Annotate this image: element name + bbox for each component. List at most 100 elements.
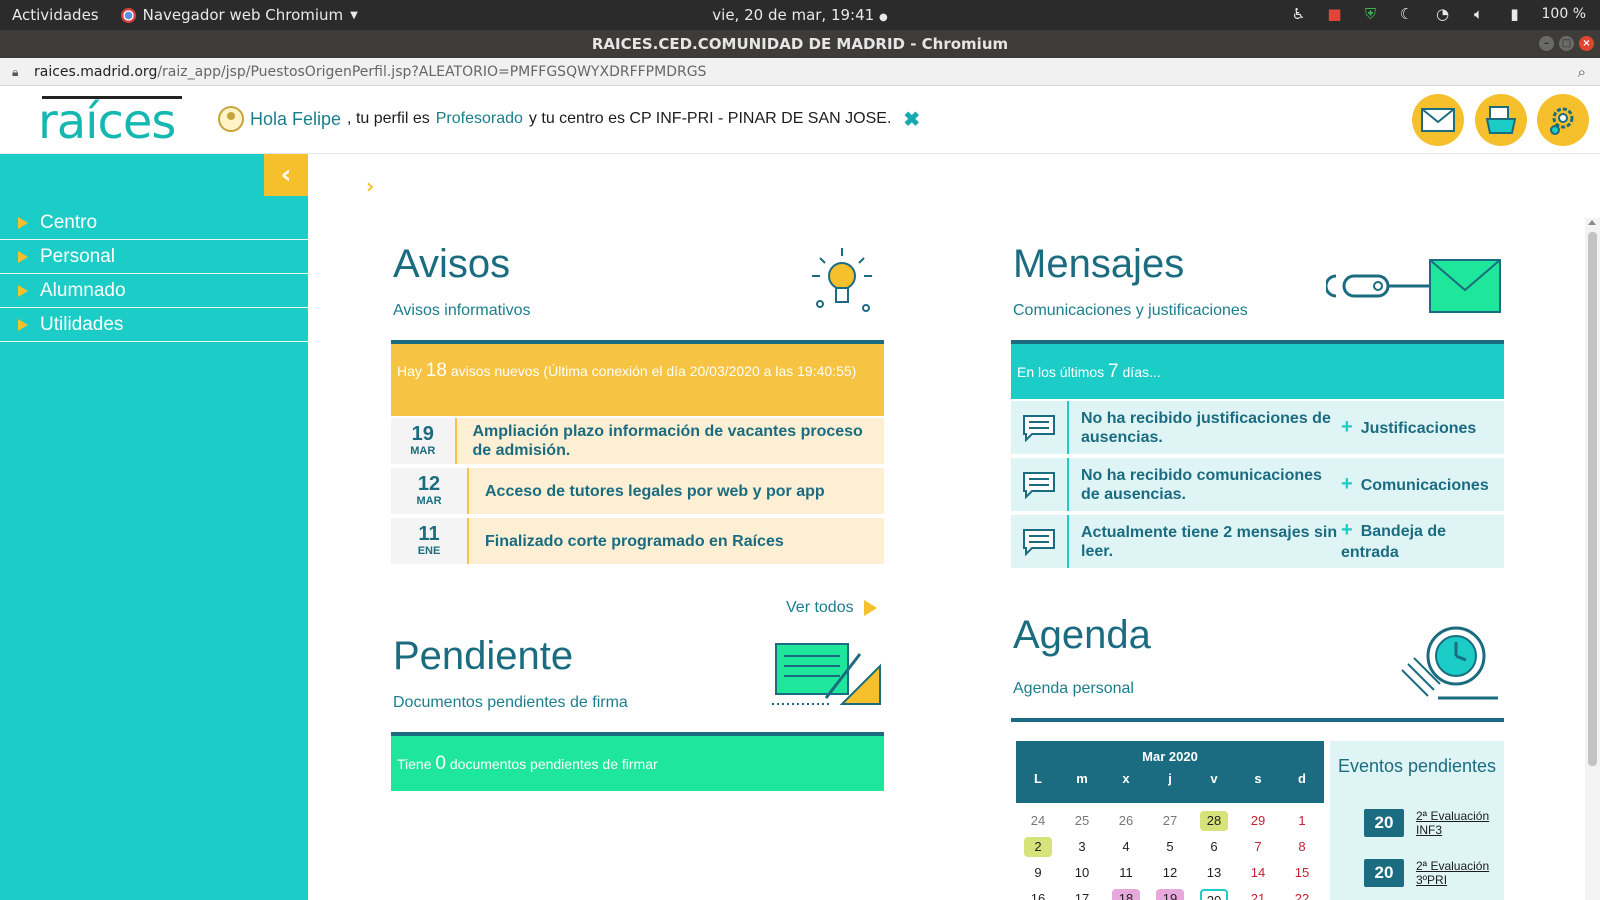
camera-icon[interactable]: ■ [1326,5,1344,23]
accessibility-icon[interactable]: ♿ [1290,5,1308,23]
pendiente-title: Pendiente [393,634,574,678]
aviso-text[interactable]: Finalizado corte programado en Raíces [469,532,784,551]
aviso-item[interactable]: 12 MAR Acceso de tutores legales por web… [391,468,884,516]
close-button[interactable]: × [1579,36,1594,51]
battery-level[interactable]: 100 % [1542,6,1586,22]
breadcrumb-arrow-icon[interactable]: › [366,174,374,198]
evento-item[interactable]: 20 2ª Evaluación 3ºPRI [1364,859,1502,887]
collapse-sidebar-button[interactable]: ‹ [264,154,308,196]
calendar-day[interactable]: 7 [1244,837,1272,857]
aviso-text[interactable]: Ampliación plazo información de vacantes… [457,422,885,460]
app-menu-button[interactable]: Navegador web Chromium ▼ [120,6,358,24]
calendar-day[interactable]: 24 [1024,811,1052,831]
minimize-button[interactable]: – [1539,36,1554,51]
profile-link[interactable]: Profesorado [436,110,523,128]
aviso-day: 19 [411,423,434,445]
address-bar[interactable]: 🔒︎ raices.madrid.org/raiz_app/jsp/Puesto… [0,58,1600,86]
calendar-day[interactable]: 3 [1068,837,1096,857]
shield-icon[interactable]: ⛨ [1362,5,1380,23]
calendar-weekday: L [1034,771,1042,786]
night-mode-icon[interactable]: ☾ [1398,5,1416,23]
maximize-button[interactable]: □ [1559,36,1574,51]
calendar-day[interactable]: 8 [1288,837,1316,857]
calendar-day[interactable]: 5 [1156,837,1184,857]
calendar-weekday: s [1254,771,1262,786]
lightbulb-icon [812,248,872,312]
battery-icon[interactable]: ▮ [1506,5,1524,23]
evento-link[interactable]: 2ª Evaluación INF3 [1416,809,1502,837]
scroll-up-icon[interactable] [1588,220,1596,225]
calendar-day[interactable]: 6 [1200,837,1228,857]
calendar-day-cell: 18 [1104,889,1148,900]
wifi-icon[interactable]: ◔ [1434,5,1452,23]
calendar-day[interactable]: 1 [1288,811,1316,831]
activities-button[interactable]: Actividades [12,6,99,24]
calendar-day[interactable]: 11 [1112,863,1140,883]
mensaje-row: No ha recibido comunicaciones de ausenci… [1011,458,1504,513]
settings-button[interactable] [1537,94,1589,146]
page-scrollbar[interactable] [1585,218,1600,900]
calendar-day[interactable]: 9 [1024,863,1052,883]
calendar-day-cell: 6 [1192,837,1236,857]
calendar-day[interactable]: 10 [1068,863,1096,883]
calendar-day[interactable]: 29 [1244,811,1272,831]
calendar-day[interactable]: 26 [1112,811,1140,831]
justificaciones-link[interactable]: + Justificaciones [1341,416,1476,439]
calendar-day[interactable]: 21 [1244,889,1272,900]
greeting: Hola Felipe , tu perfil es Profesorado y… [218,106,920,132]
avisos-banner-prefix: Hay [397,363,422,379]
calendar-day[interactable]: 12 [1156,863,1184,883]
calendar-day[interactable]: 27 [1156,811,1184,831]
sidebar-item-centro[interactable]: Centro [0,206,308,240]
sidebar-item-label: Utilidades [40,313,124,335]
calendar-day-cell: 5 [1148,837,1192,857]
agenda-subtitle: Agenda personal [1013,680,1134,697]
gear-icon [1550,107,1574,135]
aviso-date: 12 MAR [391,468,469,514]
sidebar-item-alumnado[interactable]: Alumnado [0,274,308,308]
calendar-day[interactable]: 19 [1156,889,1184,900]
sidebar-item-utilidades[interactable]: Utilidades [0,308,308,342]
clock-agenda-icon [1401,626,1498,700]
mensajes-days-count: 7 [1108,361,1119,382]
aviso-text[interactable]: Acceso de tutores legales por web y por … [469,482,825,501]
evento-link[interactable]: 2ª Evaluación 3ºPRI [1416,859,1502,887]
aviso-item[interactable]: 19 MAR Ampliación plazo información de v… [391,418,884,466]
aviso-item[interactable]: 11 ENE Finalizado corte programado en Ra… [391,518,884,566]
sidebar-item-personal[interactable]: Personal [0,240,308,274]
calendar-weekday: x [1122,771,1130,786]
sidebar-item-label: Centro [40,211,98,233]
calendar-day[interactable]: 13 [1200,863,1228,883]
pendiente-banner: Tiene 0 documentos pendientes de firmar [391,736,884,791]
lock-icon[interactable]: 🔒︎ [12,58,18,86]
calendar-day[interactable]: 15 [1288,863,1316,883]
calendar-day[interactable]: 20 [1200,889,1228,900]
url-text[interactable]: raices.madrid.org/raiz_app/jsp/PuestosOr… [34,58,706,86]
comunicaciones-link[interactable]: + Comunicaciones [1341,473,1489,496]
calendar-day[interactable]: 2 [1024,837,1052,857]
calendar-day[interactable]: 28 [1200,811,1228,831]
calendar-day[interactable]: 17 [1068,889,1096,900]
close-icon[interactable]: ✖ [903,107,920,132]
calendar-day-cell: 7 [1236,837,1280,857]
mail-button[interactable] [1412,94,1464,146]
calendar-day[interactable]: 22 [1288,889,1316,900]
calendar-day[interactable]: 4 [1112,837,1140,857]
greeting-hello[interactable]: Hola Felipe [250,109,341,130]
calendar-day[interactable]: 16 [1024,889,1052,900]
scrollbar-thumb[interactable] [1588,232,1597,766]
documents-button[interactable] [1475,94,1527,146]
clock[interactable]: vie, 20 de mar, 19:41 [712,6,874,24]
calendar-day-cell: 2 [1016,837,1060,857]
calendar-month: Mar 2020 [1142,749,1198,764]
ver-todos-link[interactable]: Ver todos [786,599,877,617]
calendar-day[interactable]: 14 [1244,863,1272,883]
calendar-day[interactable]: 25 [1068,811,1096,831]
zoom-icon[interactable]: ⌕ [1578,58,1586,86]
evento-item[interactable]: 20 2ª Evaluación INF3 [1364,809,1502,837]
bandeja-entrada-link[interactable]: + Bandeja de entrada [1341,520,1491,563]
raices-logo[interactable]: raíces [38,90,183,150]
volume-icon[interactable]: 🔈︎ [1470,5,1488,23]
calendar-day[interactable]: 18 [1112,889,1140,900]
chromium-icon [120,7,136,23]
